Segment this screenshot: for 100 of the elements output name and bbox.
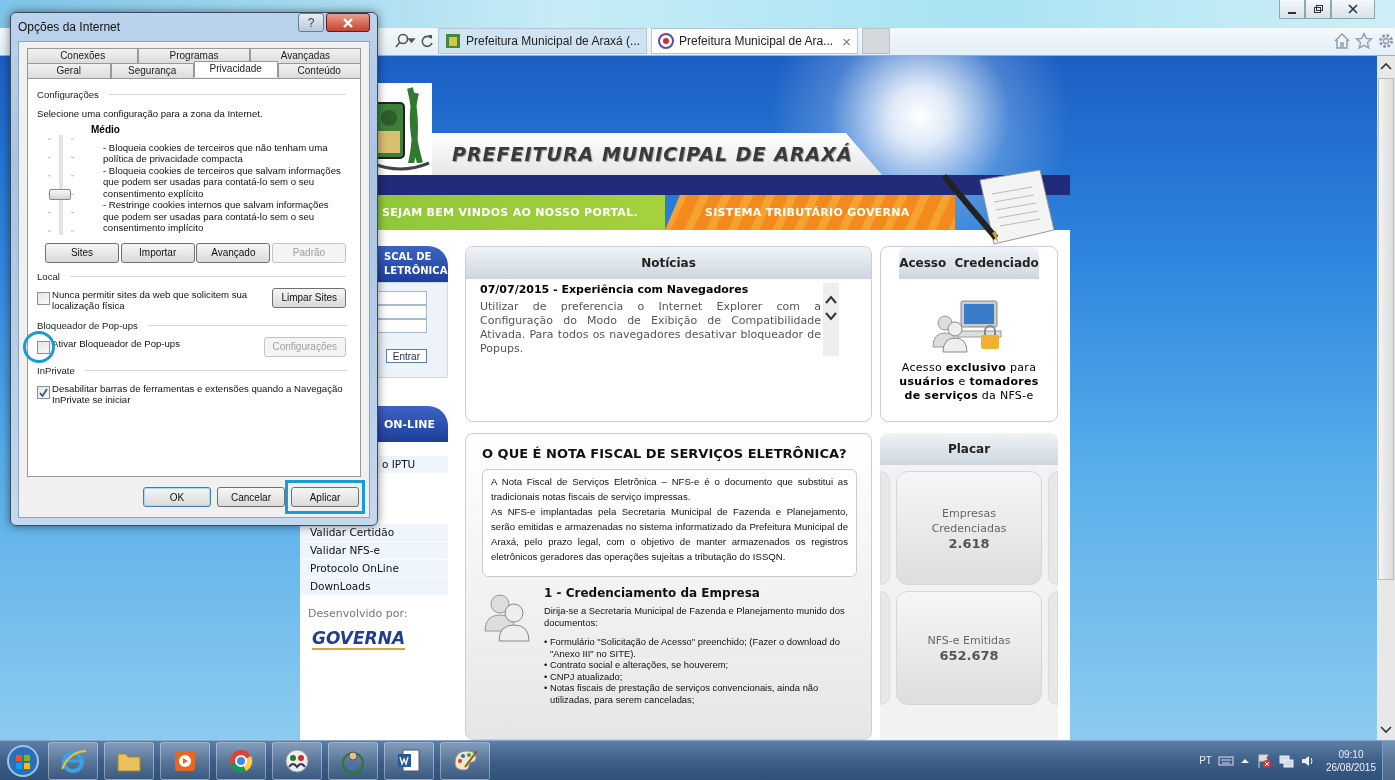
- checkbox-label: Nunca permitir sites da web que solicitem sua localização física: [52, 288, 249, 312]
- dialog-tab[interactable]: Conteúdo: [277, 63, 361, 78]
- step-title: 1 - Credenciamento da Empresa: [544, 585, 761, 601]
- requirement-item: • Formulário "Solicitação de Acesso" preenchido; (Fazer o download do "Anexo III" no SITE).: [544, 636, 842, 659]
- dialog-button[interactable]: Cancelar: [217, 487, 285, 507]
- group-heading: InPrivate: [37, 364, 75, 376]
- login-field[interactable]: [377, 305, 427, 319]
- document-icon: [395, 746, 423, 775]
- group-heading: Local: [37, 270, 60, 282]
- refresh-icon[interactable]: [420, 33, 434, 50]
- dialog-title: Opções da Internet: [18, 20, 122, 34]
- login-field[interactable]: [377, 319, 427, 333]
- clock-time[interactable]: 09:10: [1338, 747, 1364, 761]
- close-icon: [342, 17, 354, 28]
- dialog-tab[interactable]: Geral: [27, 63, 111, 78]
- scrollbar[interactable]: [1377, 56, 1395, 740]
- dialog-tab[interactable]: Privacidade: [194, 61, 278, 77]
- tab-close-button[interactable]: ×: [842, 32, 851, 50]
- help-button[interactable]: ?: [298, 13, 324, 32]
- dialog-tab[interactable]: Avançadas: [249, 48, 361, 63]
- coat-of-arms-icon: [445, 33, 461, 50]
- round-logo-icon: [658, 33, 675, 50]
- stat-value: 2.618: [948, 535, 990, 551]
- system-text: SISTEMA TRIBUTÁRIO GOVERNA: [705, 206, 910, 219]
- dialog-button[interactable]: OK: [143, 487, 211, 507]
- language-indicator[interactable]: PT: [1199, 755, 1212, 766]
- dialog-tab[interactable]: Conexões: [27, 48, 139, 63]
- info-title: O QUE É NOTA FISCAL DE SERVIÇOS ELETRÔNICA?: [482, 446, 848, 461]
- scrollbar-thumb[interactable]: [1378, 78, 1394, 580]
- checkbox[interactable]: [37, 385, 50, 399]
- service-link[interactable]: Protocolo OnLine: [300, 560, 448, 577]
- minimize-button[interactable]: [1279, 0, 1305, 19]
- browser-tab[interactable]: Prefeitura Municipal de Ara... ×: [651, 28, 858, 55]
- welcome-text: SEJAM BEM VINDOS AO NOSSO PORTAL.: [382, 206, 638, 219]
- requirement-item: • CNPJ atualizado;: [544, 670, 624, 682]
- login-title: SCAL DE: [384, 250, 433, 264]
- network-icon[interactable]: [1277, 752, 1294, 769]
- online-title: ON-LINE: [384, 417, 435, 431]
- checkbox[interactable]: [37, 291, 50, 305]
- close-button[interactable]: [326, 13, 370, 32]
- login-field[interactable]: [377, 291, 427, 305]
- scroll-down-button[interactable]: [1379, 724, 1393, 736]
- level-description: - Restringe cookies internos que salvam informações que podem ser usadas para contatá-lo sem o seu consentimento implícito: [103, 199, 330, 234]
- restore-icon: [1313, 4, 1323, 14]
- access-description: Acesso exclusivo para usuários e tomadores de serviços da NFS-e: [898, 360, 1040, 403]
- taskbar-button[interactable]: [328, 741, 378, 780]
- dialog-tab[interactable]: Programas: [138, 48, 250, 63]
- close-icon: [1348, 4, 1358, 14]
- browser-tab[interactable]: Prefeitura Municipal de Araxá (...: [438, 28, 648, 55]
- panel-title: Placar: [947, 442, 991, 456]
- news-text: Utilizar de preferencia o Internet Explorer com a Configuração do Modo de Exibição de Compatibilidade Ativada. Para todos os navegadores desativar bloqueador de Popups.: [480, 300, 821, 356]
- panel-title: Notícias: [641, 256, 696, 270]
- login-button[interactable]: Entrar: [385, 349, 427, 363]
- stat-value: 652.678: [939, 648, 999, 663]
- home-icon[interactable]: [1333, 32, 1351, 51]
- chevron-down-icon[interactable]: [825, 311, 837, 321]
- scroll-up-button[interactable]: [1379, 60, 1393, 72]
- taskbar-button[interactable]: [272, 741, 322, 780]
- settings-icon[interactable]: [1377, 32, 1395, 51]
- dialog-tab[interactable]: Segurança: [110, 63, 194, 78]
- taskbar-button[interactable]: [160, 741, 210, 780]
- privacy-slider[interactable]: [45, 134, 77, 235]
- restore-button[interactable]: [1305, 0, 1331, 19]
- site-title: PREFEITURA MUNICIPAL DE ARAXÁ: [452, 143, 853, 165]
- service-link[interactable]: DownLoads: [300, 578, 448, 595]
- checkbox-label: Ativar Bloqueador de Pop-ups: [52, 337, 181, 349]
- dialog-button[interactable]: Importar: [120, 242, 195, 263]
- privacy-level: Médio: [91, 123, 121, 135]
- dialog-button[interactable]: Aplicar: [291, 487, 359, 507]
- developer-logo[interactable]: GOVERNA: [312, 628, 406, 650]
- chevron-up-icon[interactable]: [825, 295, 837, 305]
- group-heading: Bloqueador de Pop-ups: [37, 319, 138, 331]
- taskbar-button[interactable]: [384, 741, 434, 780]
- slider-thumb[interactable]: [49, 188, 71, 200]
- dialog-button[interactable]: Sites: [45, 242, 119, 263]
- stat-label: NFS-e Emitidas: [926, 633, 1012, 648]
- flag-icon[interactable]: [1255, 752, 1272, 769]
- info-paragraph: A Nota Fiscal de Serviços Eletrônica – NFS-e é o documento que substitui as tradicionais notas fiscais de serviço impressas.: [491, 475, 848, 504]
- star-icon[interactable]: [1355, 32, 1373, 51]
- instruction-text: Selecione uma configuração para a zona da Internet.: [37, 108, 264, 120]
- step-text: Dirija-se a Secretaria Municipal de Fazenda e Planejamento munido dos documentos:: [544, 605, 846, 628]
- taskbar-button[interactable]: [48, 741, 98, 780]
- checkbox[interactable]: [37, 340, 50, 354]
- minimize-icon: [1288, 12, 1296, 14]
- info-paragraph: As NFS-e implantadas pela Secretaria Municipal de Fazenda e Planejamento, serão emitidas e armazenadas no sistema informatizado da Prefeitura Municipal de Araxá, pelo prazo legal, com o objetivo de manter armazenados os registros eletrônicos geradores das operações sujeitas a tributação do ISSQN.: [491, 505, 848, 564]
- service-link[interactable]: Validar NFS-e: [300, 542, 448, 559]
- keyboard-icon[interactable]: [1217, 754, 1234, 767]
- taskbar-button[interactable]: [104, 741, 154, 780]
- taskbar-button[interactable]: [216, 741, 266, 780]
- dialog-button[interactable]: Avançado: [196, 242, 271, 263]
- search-icon[interactable]: [394, 33, 416, 50]
- checkbox-label: Desabilitar barras de ferramentas e extensões quando a Navegação InPrivate se iniciar: [52, 382, 344, 406]
- clock-date[interactable]: 26/08/2015: [1325, 760, 1376, 774]
- taskbar-button[interactable]: [440, 741, 490, 780]
- news-title: 07/07/2015 - Experiência com Navegadores: [480, 283, 750, 296]
- service-link[interactable]: Validar Certidão: [300, 524, 448, 541]
- dialog-button[interactable]: Limpar Sites: [272, 287, 346, 308]
- start-button[interactable]: [6, 743, 40, 778]
- panel-title: Acesso Credenciado: [899, 256, 1039, 270]
- requirement-item: • Notas fiscais de prestação de serviços convencionais, ainda não utilizadas, para serem canceladas;: [544, 682, 820, 705]
